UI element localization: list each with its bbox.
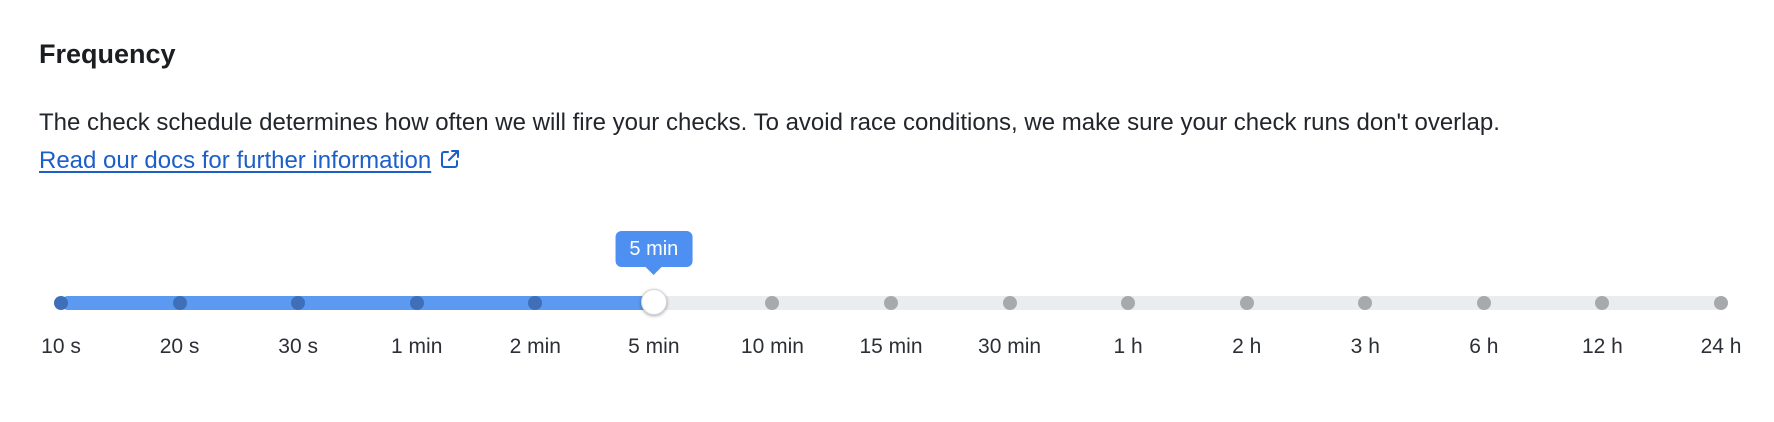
slider-stop-label[interactable]: 5 min [628,334,679,360]
slider-stop-label[interactable]: 3 h [1351,334,1380,360]
slider-value-tooltip: 5 min [615,231,693,275]
slider-thumb[interactable] [640,289,667,315]
slider-stop-label[interactable]: 30 s [278,334,318,360]
docs-link[interactable]: Read our docs for further information [39,143,461,179]
frequency-slider[interactable]: 5 min 10 s 20 s 30 s 1 min 2 min 5 min 10 min 1… [39,225,1742,365]
slider-stop-label[interactable]: 12 h [1582,334,1623,360]
slider-stop-label[interactable]: 2 h [1232,334,1261,360]
slider-stop-label[interactable]: 30 min [978,334,1041,360]
slider-stop-dot[interactable] [884,296,898,310]
slider-stop-label[interactable]: 10 s [41,334,81,360]
slider-stop-dot[interactable] [1239,296,1254,310]
slider-stop-dot[interactable] [1002,296,1017,310]
slider-stop-label[interactable]: 20 s [160,334,200,360]
section-title: Frequency [39,39,176,69]
slider-stop-dot[interactable] [172,296,187,310]
slider-stop-label[interactable]: 2 min [510,334,561,360]
slider-stop-label[interactable]: 24 h [1701,334,1742,360]
slider-stop-label[interactable]: 6 h [1469,334,1498,360]
section-description: The check schedule determines how often … [39,109,1500,136]
docs-link-label: Read our docs for further information [39,147,432,174]
slider-stop-label[interactable]: 1 h [1114,334,1143,360]
frequency-section: Frequency The check schedule determines … [39,0,1742,422]
slider-stop-label[interactable]: 1 min [391,334,442,360]
slider-stop-dot[interactable] [1714,296,1728,310]
slider-stop-label[interactable]: 10 min [741,334,804,360]
slider-stop-label[interactable]: 15 min [859,334,922,360]
external-link-icon [439,145,461,168]
slider-track-fill [61,296,654,310]
slider-stop-dot[interactable] [1476,296,1491,310]
slider-stop-dot[interactable] [409,296,424,310]
slider-stop-dot[interactable] [54,296,68,310]
